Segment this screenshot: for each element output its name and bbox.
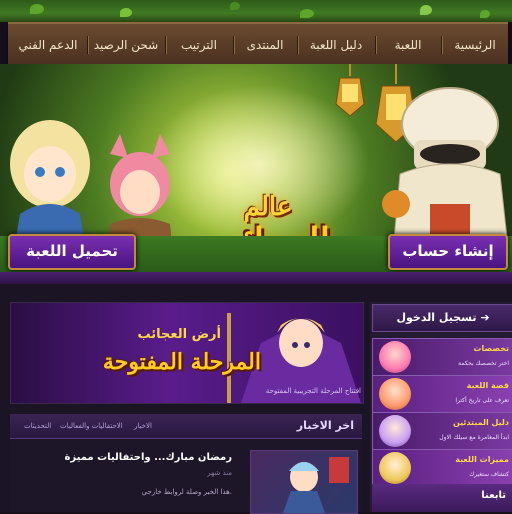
card-title: قصة اللعبة [466, 381, 509, 390]
sidebar-card-classes[interactable]: تخصصات اختر تخصصك بحكمة [372, 338, 512, 376]
promo-slider[interactable]: أرض العجائب المرحلة المفتوحة افتتاح المر… [10, 302, 364, 404]
card-character-image [379, 341, 411, 373]
tab-news[interactable]: الاخبار [134, 414, 152, 438]
news-item-date: منذ شهر [207, 469, 232, 477]
news-list: رمضان مبارك... واحتفاليات مميزة منذ شهر … [10, 440, 362, 514]
download-game-button[interactable]: تحميل اللعبة [8, 234, 136, 270]
nav-item-game[interactable]: اللعبة [376, 24, 440, 66]
nav-item-forum[interactable]: المنتدى [234, 24, 296, 66]
nav-item-recharge[interactable]: شحن الرصيد [88, 24, 164, 66]
tab-updates[interactable]: التحديثات [24, 414, 51, 438]
card-title: تخصصات [473, 344, 509, 353]
slider-subtitle: أرض العجائب [137, 327, 221, 342]
slider-title: المرحلة المفتوحة [102, 349, 261, 375]
card-subtitle: تعرف على تاريخ أكترا [455, 397, 509, 404]
news-item-thumbnail[interactable] [250, 450, 358, 514]
card-subtitle: ابدأ المغامرة مع سيلك الاول [439, 434, 509, 441]
login-icon: ➔ [480, 311, 490, 324]
sidebar-card-features[interactable]: مميزات اللعبة كتشاف ستغيرك [372, 449, 512, 487]
nav-item-guide[interactable]: دليل اللعبة [298, 24, 374, 66]
nav-item-home[interactable]: الرئيسية [442, 24, 508, 66]
tab-events[interactable]: الاحتفاليات والفعاليات [60, 414, 123, 438]
card-character-image [379, 415, 411, 447]
news-heading: اخر الاخبار [296, 419, 354, 432]
login-label: تسجيل الدخول [396, 311, 477, 324]
logo-line-1: عالم [243, 192, 293, 222]
login-button[interactable]: تسجيل الدخول ➔ [372, 304, 512, 332]
card-character-image [379, 452, 411, 484]
sidebar-card-beginners[interactable]: دليل المبتدئين ابدأ المغامرة مع سيلك الا… [372, 412, 512, 450]
nav-item-support[interactable]: الدعم الفني [10, 24, 86, 66]
news-header: اخر الاخبار الاخبار الاحتفاليات والفعالي… [10, 414, 362, 439]
slider-caption: افتتاح المرحلة التجريبية المفتوحة [265, 387, 361, 395]
card-title: دليل المبتدئين [452, 418, 509, 427]
nav-item-ranking[interactable]: الترتيب [166, 24, 232, 66]
card-character-image [379, 378, 411, 410]
main-nav: الرئيسية اللعبة دليل اللعبة المنتدى التر… [8, 22, 508, 68]
create-account-button[interactable]: إنشاء حساب [388, 234, 508, 270]
sidebar-card-story[interactable]: قصة اللعبة تعرف على تاريخ أكترا [372, 375, 512, 413]
news-item-body: هذا الخبر وصلة لروابط خارجي. [141, 488, 232, 496]
news-item-title[interactable]: رمضان مبارك... واحتفاليات مميزة [64, 452, 232, 463]
card-title: مميزات اللعبة [455, 455, 509, 464]
follow-us-label: تابعنا [481, 490, 506, 501]
top-foliage-band [0, 0, 512, 22]
sidebar-follow-us[interactable]: تابعنا [372, 484, 512, 512]
card-subtitle: اختر تخصصك بحكمة [458, 360, 509, 367]
card-subtitle: كتشاف ستغيرك [469, 471, 509, 478]
